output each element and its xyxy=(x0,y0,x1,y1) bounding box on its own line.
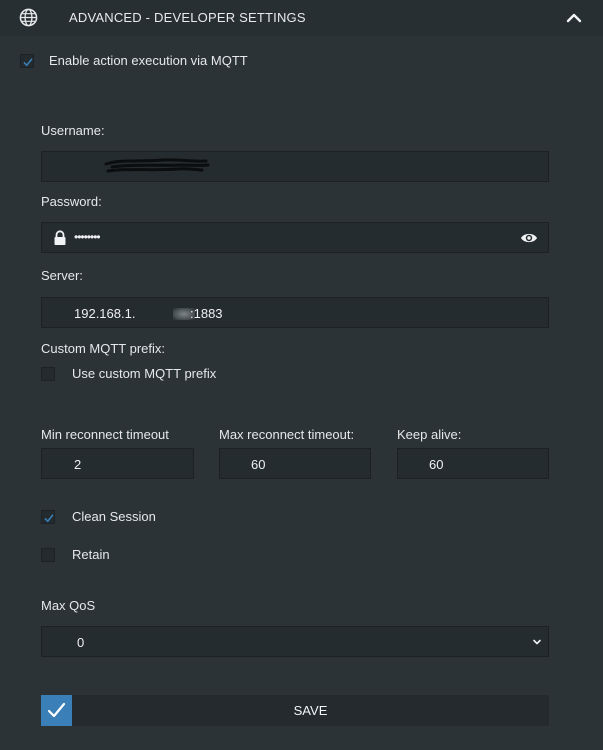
redaction-scribble xyxy=(104,158,210,173)
save-button[interactable]: SAVE xyxy=(41,695,549,726)
check-icon xyxy=(23,58,33,67)
server-value: 192.168.1. xyxy=(74,306,136,321)
section-title: ADVANCED - DEVELOPER SETTINGS xyxy=(69,10,306,25)
max-qos-select[interactable]: 0 xyxy=(41,626,549,657)
username-label: Username: xyxy=(41,123,105,138)
max-qos-label: Max QoS xyxy=(41,598,96,613)
chevron-up-icon[interactable] xyxy=(565,9,583,27)
password-field[interactable]: •••••••• xyxy=(41,222,549,253)
save-label: SAVE xyxy=(293,703,328,718)
check-icon xyxy=(47,702,66,718)
enable-mqtt-checkbox[interactable] xyxy=(20,54,34,68)
keep-alive-label: Keep alive: xyxy=(397,427,462,442)
server-field[interactable]: 192.168.1. :1883 xyxy=(41,297,549,328)
custom-prefix-heading: Custom MQTT prefix: xyxy=(41,341,166,356)
save-check-box xyxy=(41,695,72,726)
section-header[interactable]: ADVANCED - DEVELOPER SETTINGS xyxy=(0,0,603,36)
min-reconnect-field[interactable]: 2 xyxy=(41,448,194,479)
lock-icon xyxy=(54,230,66,245)
enable-mqtt-label: Enable action execution via MQTT xyxy=(49,53,248,68)
password-label: Password: xyxy=(41,194,102,209)
custom-prefix-label: Use custom MQTT prefix xyxy=(72,366,217,381)
globe-icon xyxy=(19,8,38,27)
max-reconnect-value: 60 xyxy=(251,457,266,472)
server-port: :1883 xyxy=(190,306,223,321)
keep-alive-field[interactable]: 60 xyxy=(397,448,549,479)
clean-session-label: Clean Session xyxy=(72,509,156,524)
retain-checkbox[interactable] xyxy=(41,548,55,562)
username-field[interactable] xyxy=(41,151,549,182)
eye-icon[interactable] xyxy=(520,231,538,245)
check-icon xyxy=(44,514,54,523)
chevron-down-icon xyxy=(533,639,541,645)
server-label: Server: xyxy=(41,268,83,283)
max-qos-value: 0 xyxy=(77,635,85,650)
password-value: •••••••• xyxy=(74,230,101,244)
retain-label: Retain xyxy=(72,547,110,562)
max-reconnect-field[interactable]: 60 xyxy=(219,448,371,479)
custom-prefix-checkbox[interactable] xyxy=(41,367,55,381)
min-reconnect-label: Min reconnect timeout xyxy=(41,427,169,442)
clean-session-checkbox[interactable] xyxy=(41,510,55,524)
max-reconnect-label: Max reconnect timeout: xyxy=(219,427,355,442)
keep-alive-value: 60 xyxy=(429,457,444,472)
min-reconnect-value: 2 xyxy=(74,457,82,472)
